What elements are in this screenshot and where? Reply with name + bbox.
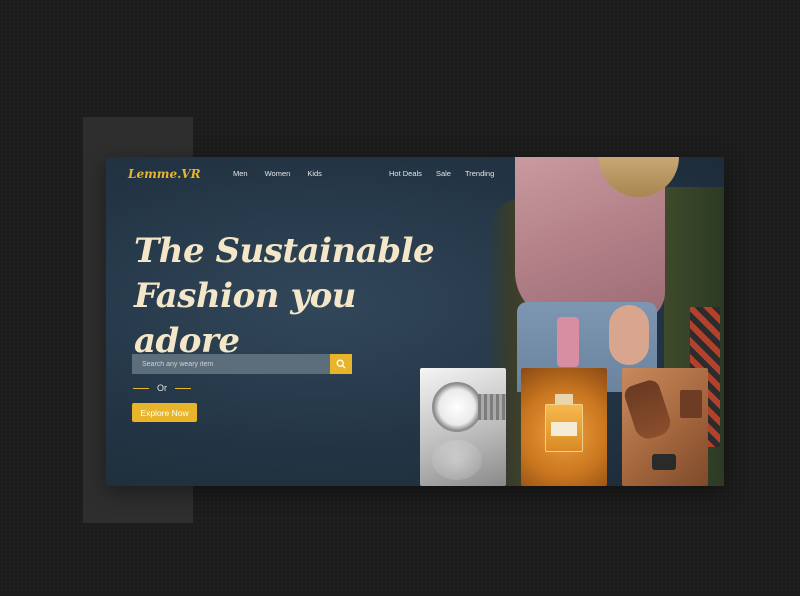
nav-link-hot-deals[interactable]: Hot Deals bbox=[389, 169, 422, 178]
nav-link-kids[interactable]: Kids bbox=[307, 169, 322, 178]
search-bar bbox=[132, 354, 352, 374]
nav-link-trending[interactable]: Trending bbox=[465, 169, 494, 178]
nav-secondary: Hot Deals Sale Trending bbox=[389, 169, 494, 178]
divider-line-right bbox=[175, 387, 191, 389]
product-card-watch[interactable] bbox=[420, 368, 506, 486]
product-card-perfume[interactable] bbox=[521, 368, 607, 486]
shoes-image bbox=[622, 377, 674, 443]
or-label: Or bbox=[157, 383, 167, 393]
nav-link-sale[interactable]: Sale bbox=[436, 169, 451, 178]
search-input[interactable] bbox=[132, 354, 330, 374]
search-button[interactable] bbox=[330, 354, 352, 374]
divider-line-left bbox=[133, 387, 149, 389]
explore-now-button[interactable]: Explore Now bbox=[132, 403, 197, 422]
product-card-shoes[interactable] bbox=[622, 368, 708, 486]
brand-logo[interactable]: Lemme.VR bbox=[128, 167, 201, 181]
or-divider: Or bbox=[133, 383, 191, 393]
nav-link-women[interactable]: Women bbox=[265, 169, 291, 178]
nav-primary: Men Women Kids bbox=[233, 169, 322, 178]
watch-image bbox=[432, 382, 482, 432]
hero-headline: The Sustainable Fashion you adore bbox=[134, 229, 464, 364]
headline-line-2: Fashion you adore bbox=[134, 276, 356, 361]
landing-card: Lemme.VR Men Women Kids Hot Deals Sale T… bbox=[106, 157, 724, 486]
search-icon bbox=[336, 359, 346, 369]
nav-link-men[interactable]: Men bbox=[233, 169, 248, 178]
headline-line-1: The Sustainable bbox=[134, 231, 435, 271]
